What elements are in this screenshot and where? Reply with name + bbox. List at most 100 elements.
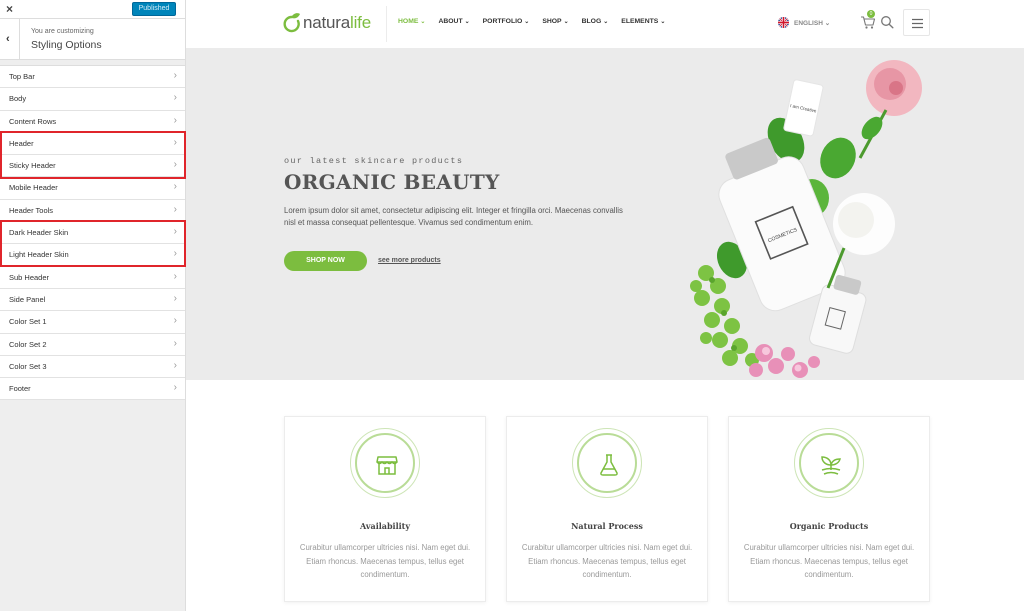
chevron-right-icon: › [173, 292, 177, 304]
menu-item-color-set-1[interactable]: Color Set 1 › [0, 311, 185, 334]
chevron-right-icon: › [173, 359, 177, 371]
site-header: naturalife HOME ⌄ ABOUT ⌄ PORTFOLIO ⌄ SHOP ⌄… [186, 0, 1024, 48]
logo-text-part1: natura [303, 13, 351, 32]
nav-label: HOME [398, 18, 419, 25]
chevron-down-icon: ⌄ [524, 19, 530, 25]
chevron-down-icon: ⌄ [824, 20, 831, 27]
site-logo[interactable]: naturalife [283, 12, 371, 34]
menu-item-top-bar[interactable]: Top Bar › [0, 66, 185, 89]
feature-title: Availability [359, 521, 411, 531]
menu-item-side-panel[interactable]: Side Panel › [0, 288, 185, 312]
nav-item-blog[interactable]: BLOG ⌄ [582, 18, 609, 25]
see-more-products-link[interactable]: see more products [378, 257, 441, 264]
menu-item-label: Mobile Header [9, 183, 58, 193]
chevron-down-icon: ⌄ [660, 19, 666, 25]
menu-item-label: Body [9, 94, 27, 104]
menu-item-label: Color Set 1 [9, 317, 47, 327]
chevron-right-icon: › [173, 70, 177, 81]
customizer-info: ‹ You are customizing Styling Options [0, 19, 185, 60]
chevron-right-icon: › [173, 337, 177, 349]
menu-item-header-tools[interactable]: Header Tools › [0, 199, 185, 223]
nav-label: BLOG [581, 18, 602, 25]
feature-title: Natural Process [571, 521, 643, 531]
search-icon[interactable] [880, 15, 894, 29]
menu-item-sub-header[interactable]: Sub Header › [0, 266, 185, 289]
chevron-right-icon: › [173, 92, 177, 104]
chevron-right-icon: › [173, 270, 177, 282]
chevron-left-icon: ‹ [6, 33, 10, 45]
menu-toggle-button[interactable] [903, 9, 930, 36]
hero-title: ORGANIC BEAUTY [284, 170, 500, 194]
menu-item-mobile-header[interactable]: Mobile Header › [0, 177, 185, 200]
menu-item-label: Light Header Skin [9, 250, 69, 260]
menu-item-label: Sticky Header [9, 161, 56, 171]
language-switcher[interactable]: ENGLISH ⌄ [778, 16, 840, 30]
nav-label: SHOP [542, 18, 562, 25]
hamburger-icon [912, 18, 923, 29]
features-section: Availability Curabitur ullamcorper ultri… [186, 380, 1024, 611]
chevron-down-icon: ⌄ [603, 19, 609, 25]
menu-item-label: Color Set 3 [9, 361, 47, 371]
chevron-right-icon: › [173, 114, 177, 126]
menu-item-color-set-3[interactable]: Color Set 3 › [0, 355, 185, 379]
customizing-subtitle: You are customizing [31, 28, 94, 35]
feature-card-availability: Availability Curabitur ullamcorper ultri… [284, 416, 486, 602]
menu-item-label: Header [9, 138, 34, 148]
language-name: ENGLISH [794, 20, 823, 27]
feature-icon-ring-inner [799, 433, 859, 493]
feature-icon-ring-inner [577, 433, 637, 493]
menu-item-label: Header Tools [9, 205, 54, 215]
menu-item-label: Content Rows [9, 116, 57, 126]
logo-text-part2: life [350, 13, 371, 32]
feature-icon-ring [350, 428, 420, 498]
chevron-right-icon: › [173, 382, 177, 394]
menu-item-footer[interactable]: Footer › [0, 378, 185, 401]
chevron-right-icon: › [173, 159, 177, 171]
menu-item-label: Side Panel [9, 294, 46, 304]
chevron-right-icon: › [173, 203, 177, 215]
main-nav: HOME ⌄ ABOUT ⌄ PORTFOLIO ⌄ SHOP ⌄ BLOG ⌄ ELEM… [398, 18, 678, 25]
menu-item-label: Dark Header Skin [9, 228, 69, 238]
cosmetics-product-image: COSMETICS I am Creative [690, 60, 922, 378]
feature-card-organic-products: Organic Products Curabitur ullamcorper u… [728, 416, 930, 602]
sprout-icon [821, 456, 841, 475]
close-icon[interactable]: × [6, 2, 13, 16]
menu-item-content-rows[interactable]: Content Rows › [0, 110, 185, 133]
nav-item-portfolio[interactable]: PORTFOLIO ⌄ [483, 18, 530, 25]
nav-label: PORTFOLIO [482, 18, 523, 25]
menu-item-color-set-2[interactable]: Color Set 2 › [0, 333, 185, 356]
chevron-right-icon: › [173, 248, 177, 260]
chevron-right-icon: › [173, 136, 177, 148]
menu-item-label: Color Set 2 [9, 339, 47, 349]
panel-title: Styling Options [31, 39, 102, 51]
feature-title: Organic Products [789, 521, 869, 531]
back-button[interactable]: ‹ [0, 19, 20, 59]
publish-button[interactable]: Published [132, 2, 176, 16]
feature-text: Curabitur ullamcorper ultricies nisi. Na… [743, 543, 915, 579]
menu-item-body[interactable]: Body › [0, 88, 185, 111]
language-label: ENGLISH ⌄ [794, 19, 830, 27]
hero-text: Lorem ipsum dolor sit amet, consectetur … [284, 206, 623, 227]
leaf-logo-icon [283, 13, 300, 33]
hero-kicker: our latest skincare products [284, 156, 464, 166]
nav-item-about[interactable]: ABOUT ⌄ [438, 18, 469, 25]
styling-options-menu: Top Bar › Body › Content Rows › Header › Sti… [0, 65, 185, 401]
chevron-down-icon: ⌄ [420, 19, 426, 25]
menu-item-header[interactable]: Header › [0, 132, 185, 156]
site-preview: naturalife HOME ⌄ ABOUT ⌄ PORTFOLIO ⌄ SHOP ⌄… [186, 0, 1024, 611]
chevron-right-icon: › [173, 181, 177, 193]
nav-item-shop[interactable]: SHOP ⌄ [542, 18, 568, 25]
flask-icon [600, 454, 618, 476]
shop-now-button[interactable]: SHOP NOW [284, 251, 367, 271]
menu-item-dark-header-skin[interactable]: Dark Header Skin › [0, 222, 185, 245]
menu-item-light-header-skin[interactable]: Light Header Skin › [0, 244, 185, 267]
feature-icon-ring-inner [355, 433, 415, 493]
menu-item-sticky-header[interactable]: Sticky Header › [0, 155, 185, 178]
feature-icon-ring [572, 428, 642, 498]
menu-item-label: Footer [9, 384, 31, 394]
nav-item-home[interactable]: HOME ⌄ [398, 18, 425, 25]
logo-text: naturalife [303, 13, 371, 33]
nav-item-elements[interactable]: ELEMENTS ⌄ [621, 18, 665, 25]
feature-icon-ring [794, 428, 864, 498]
customizer-topbar: × Published [0, 0, 185, 19]
